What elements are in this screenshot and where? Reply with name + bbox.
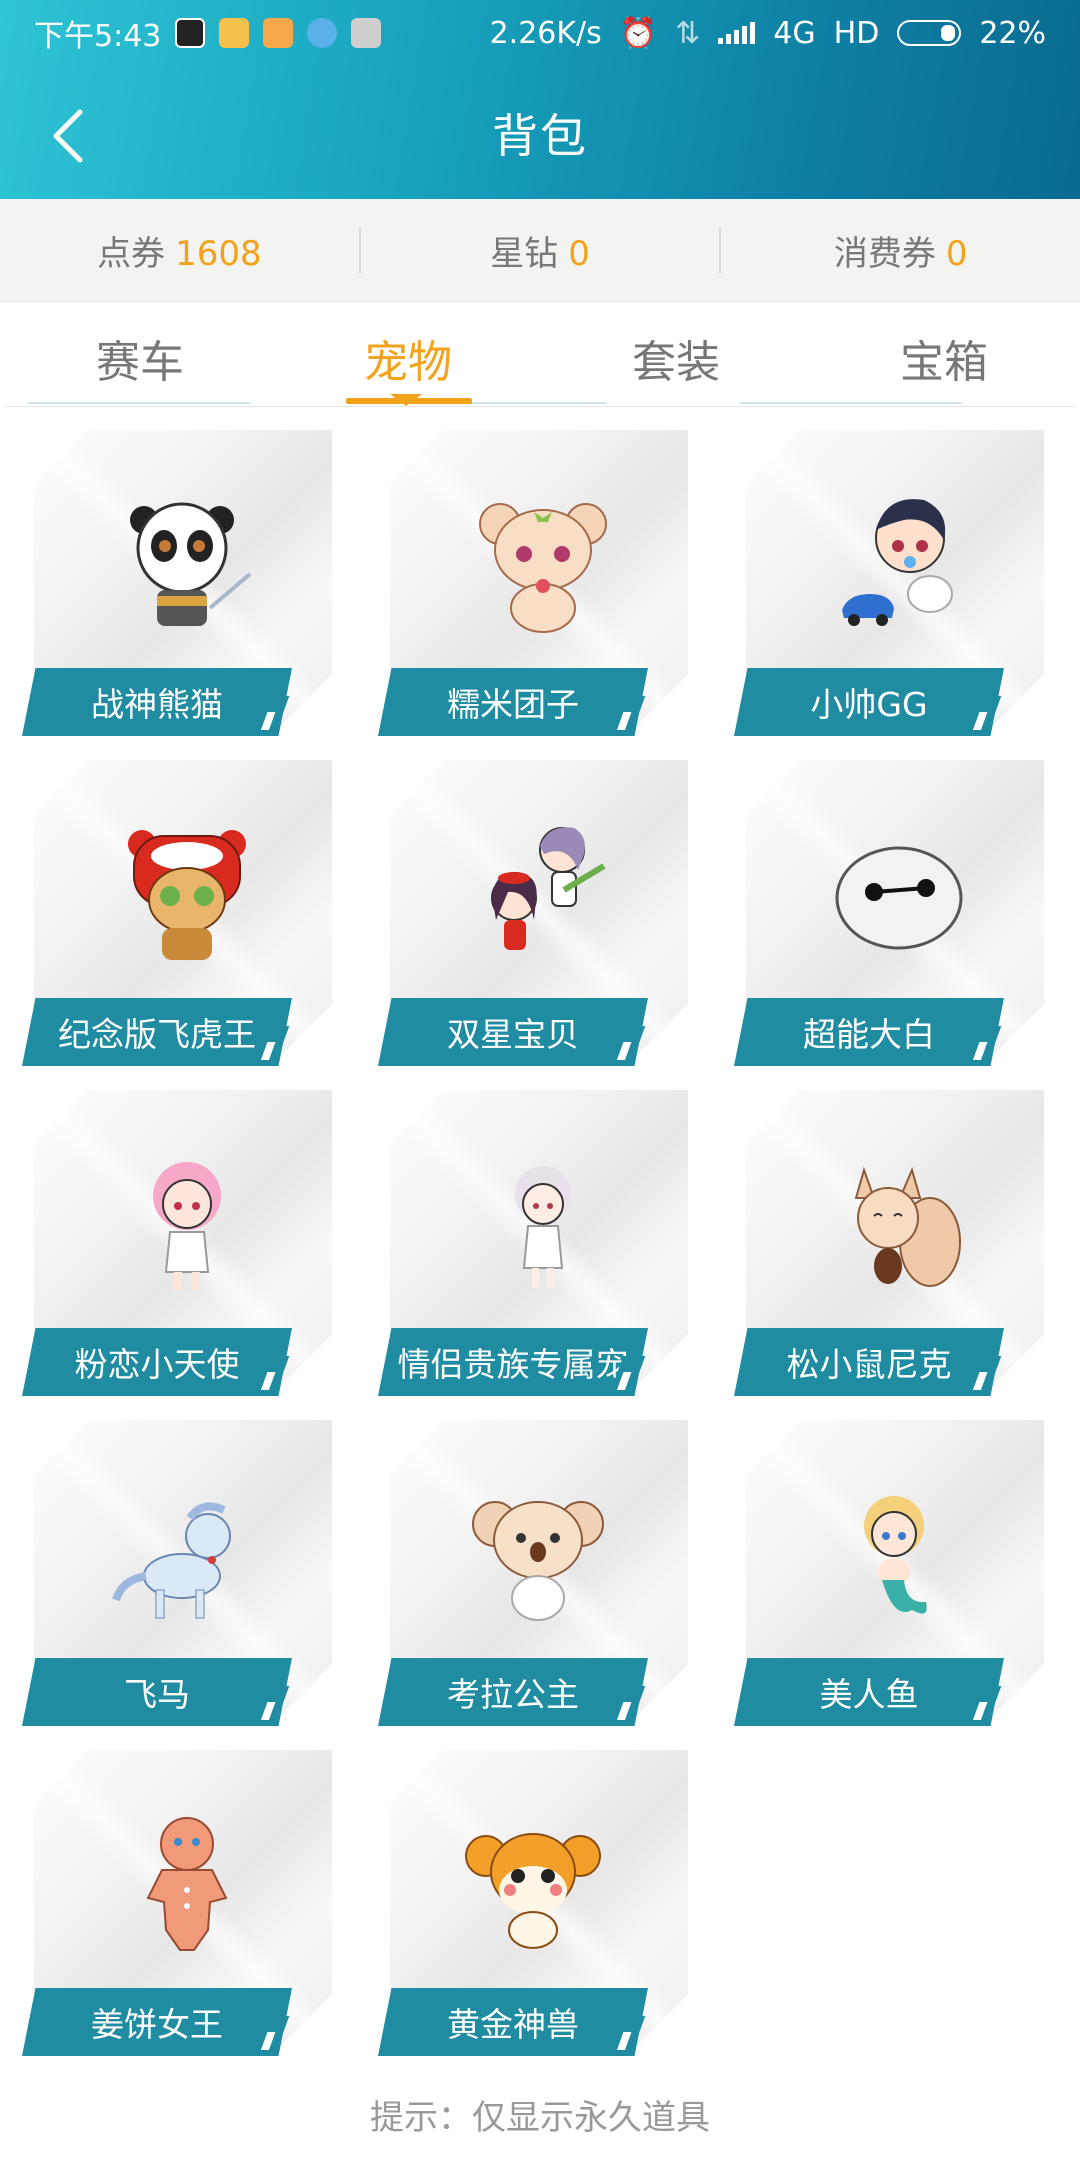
panda-warrior-icon: [130, 502, 252, 626]
hint-text: 提示：仅显示永久道具: [370, 2098, 710, 2138]
twin-star-girls-icon: [491, 827, 606, 950]
koala-princess-icon: [472, 1501, 604, 1621]
tab-outfits[interactable]: 套装: [632, 326, 720, 390]
tiger-king-icon: [128, 830, 246, 960]
baby-boy-icon: [842, 499, 953, 626]
pet-card[interactable]: 双星宝贝: [378, 760, 688, 1070]
pegasus-icon: [112, 1502, 231, 1619]
currency-label: 星钻: [490, 233, 559, 274]
status-bar: 下午5:43 2.26K/s ⏰ ⇅ 4G HD 22%: [0, 0, 1080, 66]
pet-card[interactable]: 小帅GG: [734, 430, 1044, 740]
status-time: 下午5:43: [34, 19, 162, 54]
tab-indicator-line: [28, 402, 250, 404]
pet-card[interactable]: 糯米团子: [378, 430, 688, 740]
pet-name: 松小鼠尼克: [734, 1328, 1004, 1396]
tab-indicator-line: [740, 402, 962, 404]
pet-card[interactable]: 姜饼女王: [22, 1750, 332, 2060]
rice-dumpling-bear-icon: [479, 503, 607, 633]
tab-divider: [6, 406, 1074, 407]
currency-label: 消费券: [833, 233, 936, 274]
tab-chests[interactable]: 宝箱: [900, 326, 988, 390]
active-tab-caret: [390, 394, 422, 406]
pet-card[interactable]: 松小鼠尼克: [734, 1090, 1044, 1400]
pink-angel-icon: [153, 1162, 221, 1290]
gingerbread-queen-icon: [146, 1817, 228, 1951]
chevron-left-icon: [53, 109, 83, 163]
tab-cars[interactable]: 赛车: [96, 326, 184, 390]
baymax-icon: [835, 846, 963, 950]
network-type: 4G: [773, 15, 816, 51]
pet-card[interactable]: 飞马: [22, 1420, 332, 1730]
currency-value: 1608: [175, 233, 262, 274]
pet-name: 粉恋小天使: [22, 1328, 292, 1396]
game-notification-icon-2: [263, 18, 294, 48]
pet-card[interactable]: 情侣贵族专属宠: [378, 1090, 688, 1400]
tab-pets[interactable]: 宠物: [364, 326, 452, 390]
squirrel-icon: [854, 1166, 961, 1287]
signal-icon: [718, 22, 756, 44]
category-tabs: 赛车 宠物 套装 宝箱: [0, 302, 1080, 408]
pet-name: 黄金神兽: [378, 1988, 648, 2056]
pet-name: 考拉公主: [378, 1658, 648, 1726]
network-speed: 2.26K/s: [489, 15, 602, 51]
pet-name: 纪念版飞虎王: [22, 998, 292, 1066]
data-transfer-icon: ⇅: [675, 15, 701, 51]
app-bar: 背包: [0, 66, 1080, 199]
pet-name: 小帅GG: [734, 668, 1004, 736]
pet-name: 飞马: [22, 1658, 292, 1726]
currency-xiaofeiquan: 消费券 0: [721, 226, 1080, 275]
pet-name: 糯米团子: [378, 668, 648, 736]
back-button[interactable]: [46, 106, 98, 166]
currency-value: 0: [568, 233, 590, 274]
pet-card[interactable]: 黄金神兽: [378, 1750, 688, 2060]
pet-card[interactable]: 超能大白: [734, 760, 1044, 1070]
pet-name: 超能大白: [734, 998, 1004, 1066]
app-header: 下午5:43 2.26K/s ⏰ ⇅ 4G HD 22% 背包: [0, 0, 1080, 199]
pet-card[interactable]: 美人鱼: [734, 1420, 1044, 1730]
pet-card[interactable]: 考拉公主: [378, 1420, 688, 1730]
currency-value: 0: [945, 233, 968, 274]
qq-notification-icon: [175, 18, 206, 48]
page-title: 背包: [492, 108, 588, 163]
pet-name: 双星宝贝: [378, 998, 648, 1066]
message-notification-icon: [351, 18, 382, 48]
battery-percent: 22%: [979, 15, 1046, 51]
currency-dianquan: 点券 1608: [0, 226, 359, 275]
pet-card[interactable]: 粉恋小天使: [22, 1090, 332, 1400]
pet-card[interactable]: 纪念版飞虎王: [22, 760, 332, 1070]
pet-card[interactable]: 战神熊猫: [22, 430, 332, 740]
mermaid-icon: [864, 1496, 927, 1614]
pet-name: 美人鱼: [734, 1658, 1004, 1726]
noble-couple-pet-icon: [515, 1166, 571, 1288]
currency-label: 点券: [97, 233, 166, 274]
pet-name: 姜饼女王: [22, 1988, 292, 2056]
pet-name: 战神熊猫: [22, 668, 292, 736]
hd-indicator: HD: [833, 15, 880, 51]
currency-xingzuan: 星钻 0: [361, 226, 720, 275]
pet-name: 情侣贵族专属宠: [378, 1328, 648, 1396]
tab-indicator-line: [470, 402, 606, 404]
app-notification-icon: [307, 18, 338, 48]
game-notification-icon: [219, 18, 250, 48]
currency-bar: 点券 1608 星钻 0 消费券 0: [0, 199, 1080, 302]
alarm-icon: ⏰: [619, 15, 658, 51]
golden-beast-icon: [465, 1833, 601, 1949]
battery-icon: [897, 20, 962, 46]
